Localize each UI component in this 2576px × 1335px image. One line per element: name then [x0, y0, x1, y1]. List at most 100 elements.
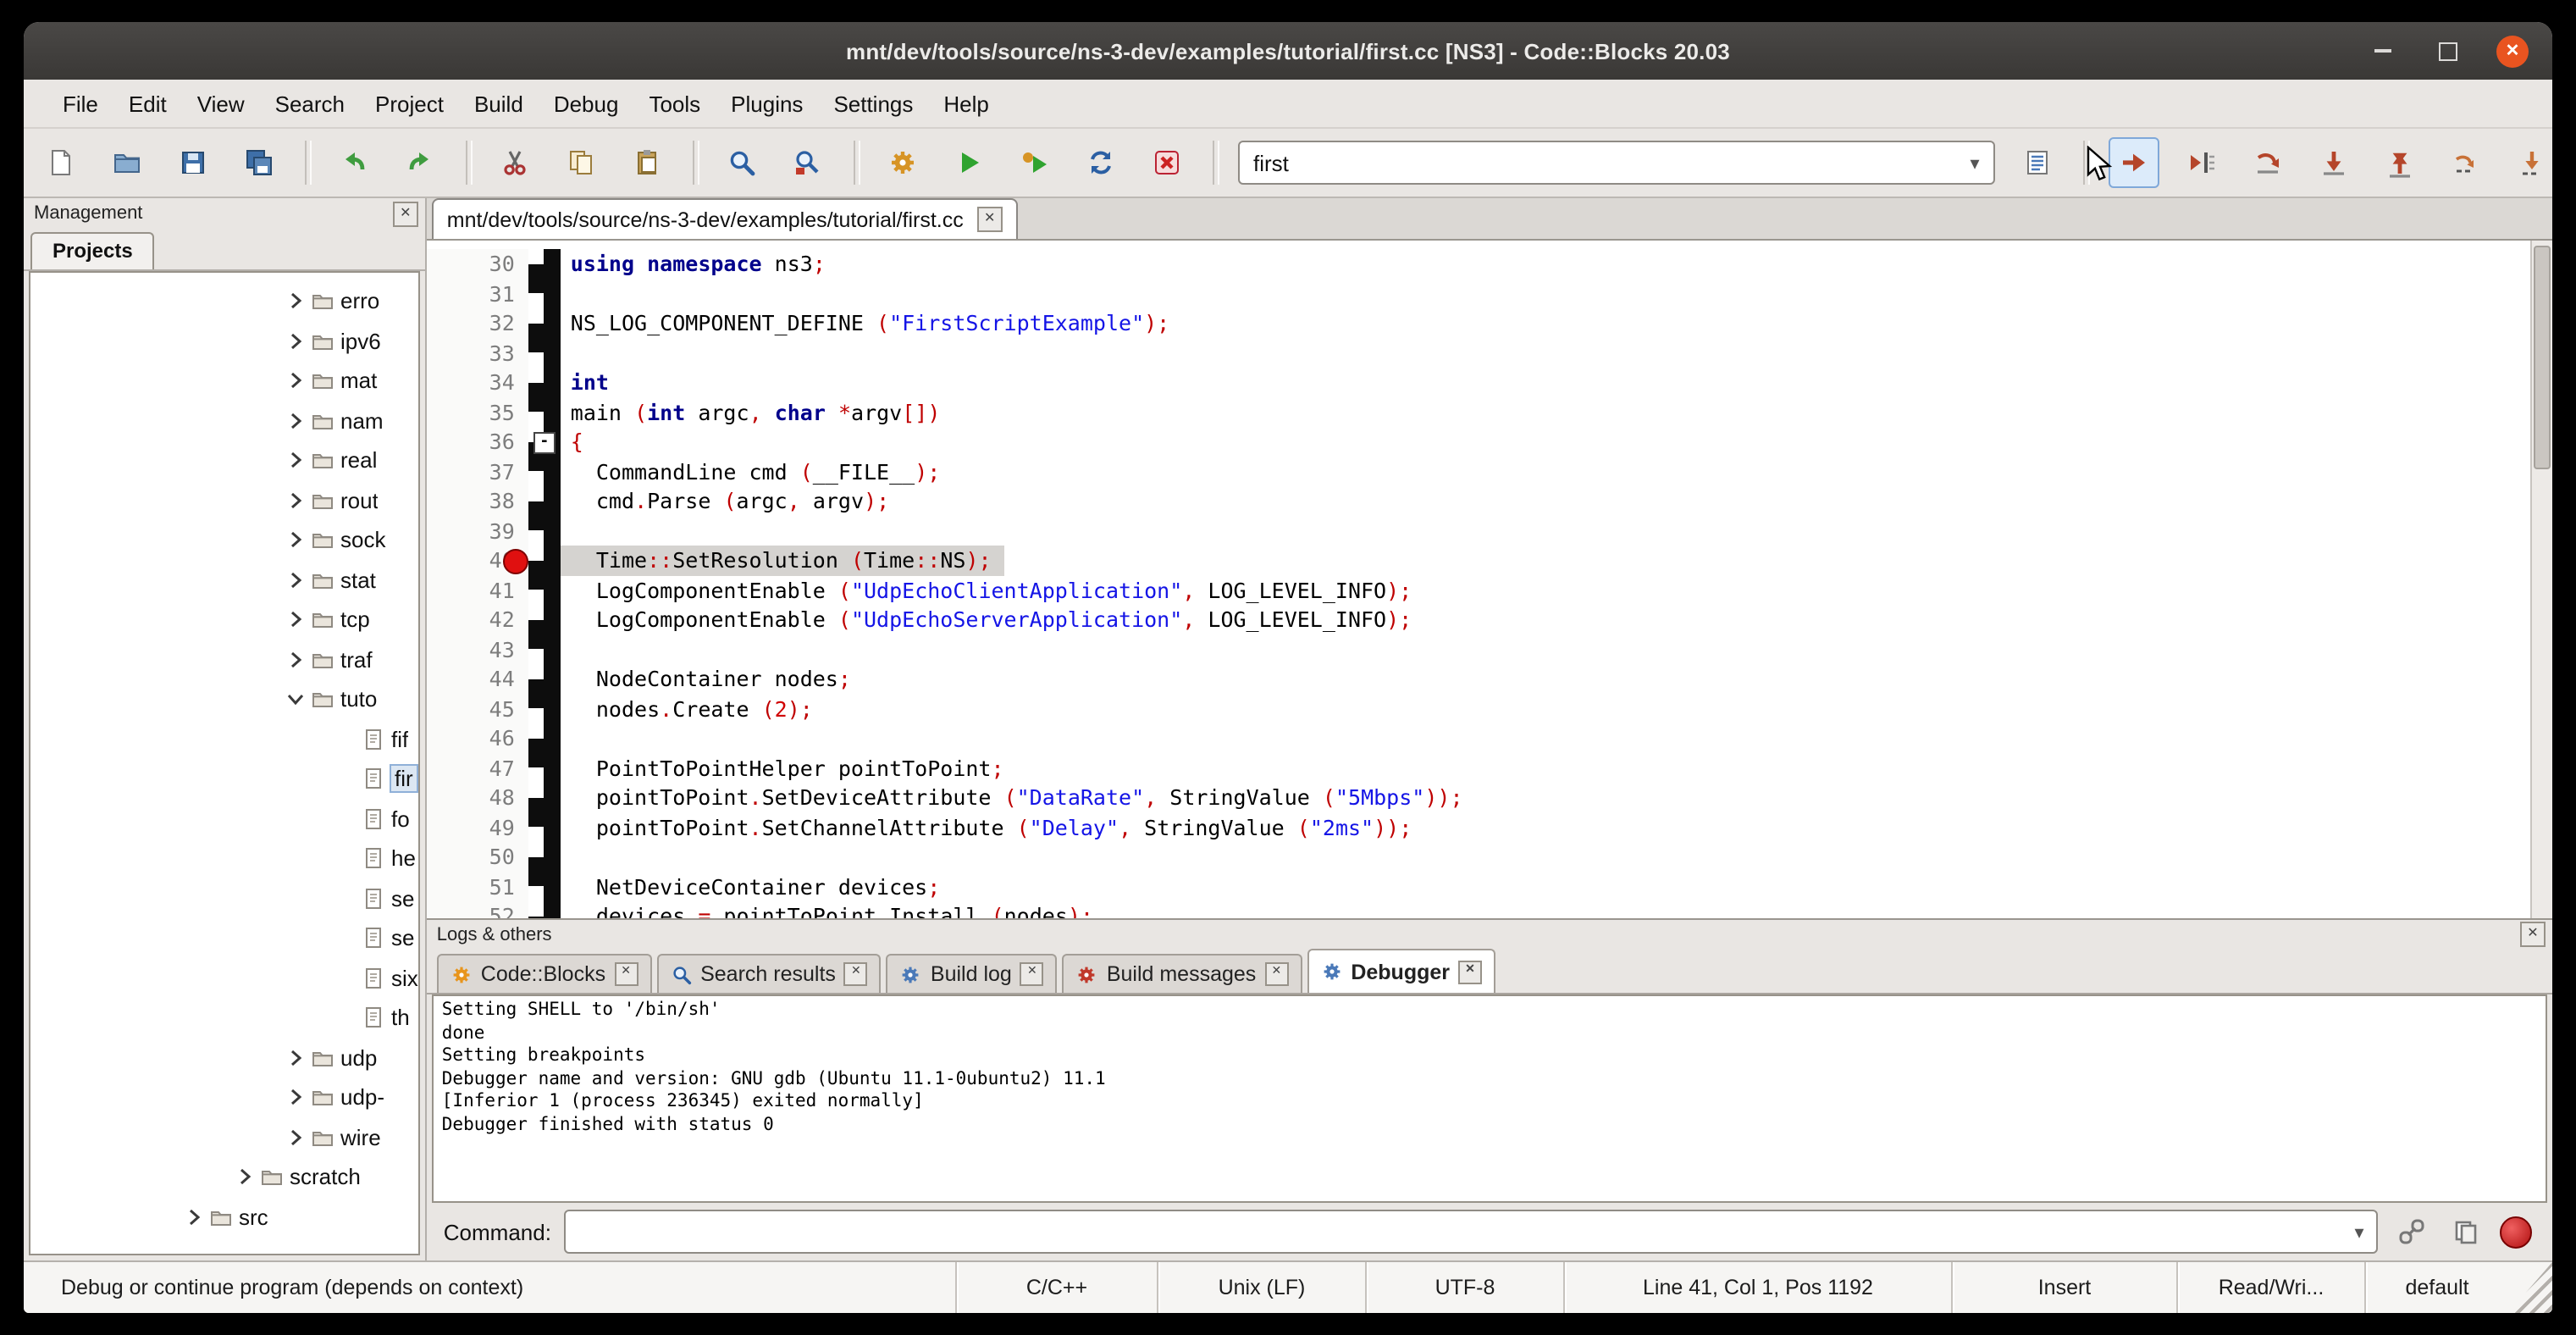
code-line-33[interactable]: 33 — [427, 338, 2552, 368]
breakpoint-margin[interactable] — [528, 664, 561, 694]
code-line-30[interactable]: 30using namespace ns3; — [427, 249, 2552, 279]
breakpoint-margin[interactable] — [528, 546, 561, 575]
tree-item-he[interactable]: he — [30, 839, 418, 878]
logs-tab-build-log[interactable]: Build log✕ — [887, 954, 1058, 993]
editor-tab[interactable]: mnt/dev/tools/source/ns-3-dev/examples/t… — [432, 198, 1018, 239]
minimize-button[interactable] — [2368, 36, 2398, 66]
breakpoint-marker[interactable] — [503, 549, 528, 574]
breakpoint-margin[interactable] — [528, 753, 561, 783]
command-input[interactable] — [567, 1219, 2342, 1244]
tree-expander-icon[interactable] — [285, 410, 307, 432]
breakpoint-margin[interactable] — [528, 486, 561, 516]
tree-item-fir[interactable]: fir — [30, 759, 418, 799]
breakpoint-margin[interactable] — [528, 842, 561, 872]
logs-tab-debugger[interactable]: Debugger✕ — [1307, 949, 1495, 993]
tree-item-erro[interactable]: erro — [30, 281, 418, 321]
link-button[interactable] — [2391, 1211, 2432, 1252]
code-line-38[interactable]: 38 cmd.Parse (argc, argv); — [427, 486, 2552, 516]
code-line-51[interactable]: 51 NetDeviceContainer devices; — [427, 872, 2552, 901]
save-all-button[interactable] — [235, 139, 283, 186]
tree-expander-icon[interactable] — [285, 330, 307, 352]
command-dropdown-icon[interactable]: ▾ — [2342, 1221, 2376, 1243]
incremental-search-combo[interactable]: first▾ — [1238, 141, 1995, 185]
logs-tab-close-icon[interactable]: ✕ — [614, 962, 638, 986]
combo-dropdown-icon[interactable]: ▾ — [1956, 152, 1993, 174]
tree-expander-icon[interactable] — [285, 689, 307, 711]
breakpoint-margin[interactable] — [528, 368, 561, 397]
tab-projects[interactable]: Projects — [30, 232, 155, 269]
logs-tab-build-messages[interactable]: Build messages✕ — [1063, 954, 1302, 993]
tree-item-wire[interactable]: wire — [30, 1117, 418, 1157]
code-line-37[interactable]: 37 CommandLine cmd (__FILE__); — [427, 457, 2552, 486]
tree-item-udp-[interactable]: udp- — [30, 1077, 418, 1117]
code-line-41[interactable]: 41 LogComponentEnable ("UdpEchoClientApp… — [427, 575, 2552, 605]
logs-tab-close-icon[interactable]: ✕ — [1458, 960, 1482, 983]
paste-button[interactable] — [623, 139, 671, 186]
cut-button[interactable] — [491, 139, 539, 186]
copy-button[interactable] — [557, 139, 605, 186]
tree-item-se[interactable]: se — [30, 878, 418, 918]
tree-item-udp[interactable]: udp — [30, 1038, 418, 1077]
code-line-43[interactable]: 43 — [427, 634, 2552, 664]
save-file-button[interactable] — [169, 139, 217, 186]
title-bar[interactable]: mnt/dev/tools/source/ns-3-dev/examples/t… — [24, 22, 2552, 80]
run-to-cursor-button[interactable] — [2178, 139, 2225, 186]
code-line-44[interactable]: 44 NodeContainer nodes; — [427, 664, 2552, 694]
tree-expander-icon[interactable] — [234, 1166, 256, 1188]
code-line-49[interactable]: 49 pointToPoint.SetChannelAttribute ("De… — [427, 812, 2552, 842]
tree-expander-icon[interactable] — [285, 649, 307, 671]
close-button[interactable]: ✕ — [2496, 35, 2529, 67]
breakpoint-margin[interactable] — [528, 279, 561, 308]
next-instruction-button[interactable] — [2442, 139, 2490, 186]
logs-tab-close-icon[interactable]: ✕ — [1264, 962, 1288, 986]
code-line-32[interactable]: 32NS_LOG_COMPONENT_DEFINE ("FirstScriptE… — [427, 308, 2552, 338]
code-line-52[interactable]: 52 devices = pointToPoint.Install (nodes… — [427, 901, 2552, 918]
tree-item-real[interactable]: real — [30, 440, 418, 480]
code-line-36[interactable]: 36-{ — [427, 427, 2552, 457]
code-line-35[interactable]: 35main (int argc, char *argv[]) — [427, 397, 2552, 427]
step-out-button[interactable] — [2376, 139, 2424, 186]
code-editor[interactable]: 30using namespace ns3;3132NS_LOG_COMPONE… — [427, 241, 2552, 918]
menu-debug[interactable]: Debug — [539, 91, 634, 116]
tree-item-sock[interactable]: sock — [30, 520, 418, 560]
code-line-31[interactable]: 31 — [427, 279, 2552, 308]
build-and-run-button[interactable] — [1011, 139, 1059, 186]
breakpoint-margin[interactable]: - — [528, 427, 561, 457]
incremental-search-options-button[interactable] — [2014, 139, 2061, 186]
redo-button[interactable] — [396, 139, 444, 186]
breakpoint-margin[interactable] — [528, 634, 561, 664]
logs-tab-search-results[interactable]: Search results✕ — [656, 954, 882, 993]
breakpoint-margin[interactable] — [528, 308, 561, 338]
menu-edit[interactable]: Edit — [113, 91, 182, 116]
tree-item-nam[interactable]: nam — [30, 401, 418, 440]
menu-settings[interactable]: Settings — [818, 91, 928, 116]
tree-expander-icon[interactable] — [285, 529, 307, 551]
logs-tab-close-icon[interactable]: ✕ — [1020, 962, 1044, 986]
record-button[interactable] — [2500, 1216, 2532, 1248]
breakpoint-margin[interactable] — [528, 338, 561, 368]
breakpoint-margin[interactable] — [528, 397, 561, 427]
fold-toggle-icon[interactable]: - — [533, 432, 556, 454]
run-button[interactable] — [945, 139, 992, 186]
new-file-button[interactable] — [37, 139, 85, 186]
breakpoint-margin[interactable] — [528, 723, 561, 753]
code-line-47[interactable]: 47 PointToPointHelper pointToPoint; — [427, 753, 2552, 783]
tree-item-se[interactable]: se — [30, 918, 418, 958]
tree-item-rout[interactable]: rout — [30, 480, 418, 520]
editor-tab-close-icon[interactable]: ✕ — [977, 207, 1003, 232]
tree-expander-icon[interactable] — [285, 450, 307, 472]
tree-expander-icon[interactable] — [285, 1087, 307, 1109]
build-button[interactable] — [879, 139, 926, 186]
menu-plugins[interactable]: Plugins — [716, 91, 818, 116]
breakpoint-margin[interactable] — [528, 872, 561, 901]
tree-expander-icon[interactable] — [285, 370, 307, 392]
tree-item-mat[interactable]: mat — [30, 361, 418, 401]
breakpoint-margin[interactable] — [528, 812, 561, 842]
copy-output-button[interactable] — [2446, 1211, 2486, 1252]
debug-continue-button[interactable] — [2109, 137, 2159, 188]
code-line-39[interactable]: 39 — [427, 516, 2552, 546]
breakpoint-margin[interactable] — [528, 605, 561, 634]
menu-view[interactable]: View — [182, 91, 260, 116]
management-close-icon[interactable]: ✕ — [393, 201, 418, 226]
logs-tab-code-blocks[interactable]: Code::Blocks✕ — [437, 954, 651, 993]
